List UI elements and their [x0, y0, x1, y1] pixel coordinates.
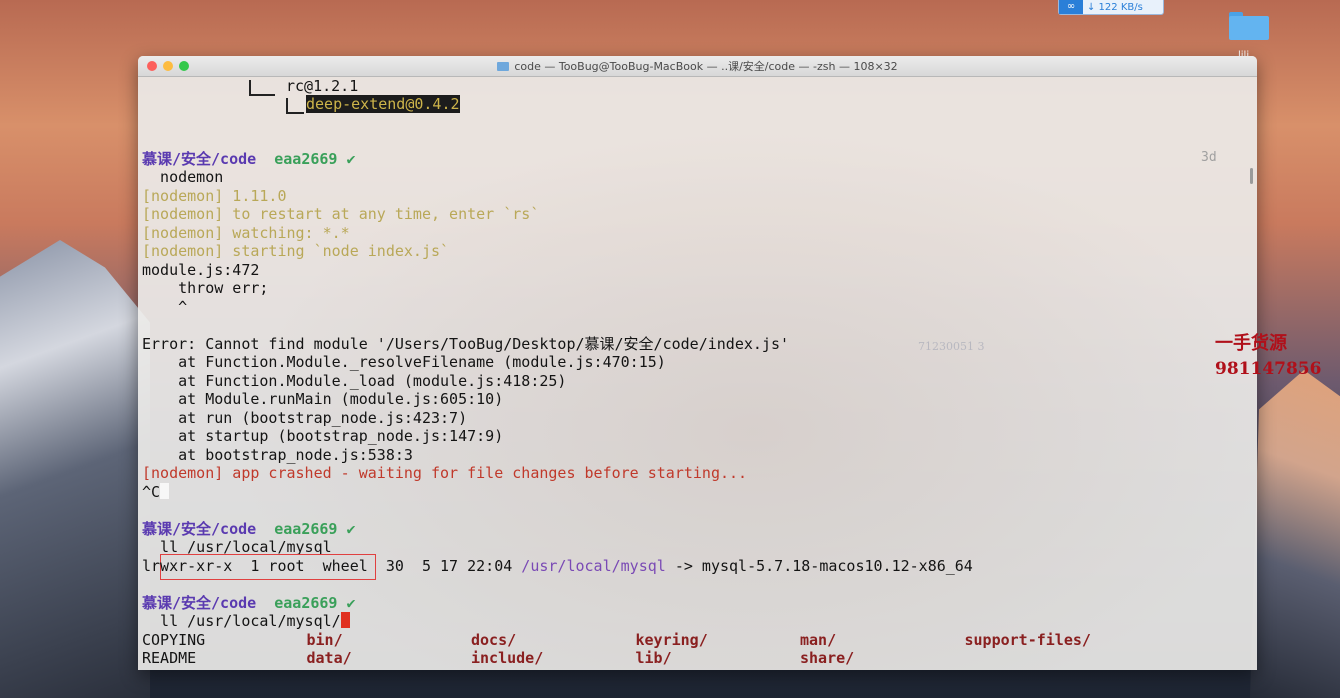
prompt-line: 慕课/安全/code eaa2669 ✔ — [142, 520, 356, 538]
stack-trace-line: at Function.Module._load (module.js:418:… — [142, 372, 567, 390]
nodemon-restart-hint: [nodemon] to restart at any time, enter … — [142, 205, 540, 223]
ls-output-line: lrwxr-xr-x 1 root wheel 30 5 17 22:04 /u… — [142, 557, 973, 575]
interrupt-line: ^C — [142, 483, 170, 502]
tree-item-rc: rc@1.2.1 — [286, 77, 359, 95]
stack-trace-line: at bootstrap_node.js:538:3 — [142, 446, 413, 464]
error-message-line: Error: Cannot find module '/Users/TooBug… — [142, 335, 789, 353]
output-line: ^ — [142, 298, 188, 316]
network-monitor-icon: ∞ — [1059, 0, 1083, 14]
prompt-line: 慕课/安全/code eaa2669 ✔ — [142, 150, 356, 168]
watermark: 一手货源 981147856 — [1215, 333, 1322, 379]
stack-trace-line: at Function.Module._resolveFilename (mod… — [142, 353, 666, 371]
stack-trace-line: at Module.runMain (module.js:605:10) — [142, 390, 504, 408]
elapsed-time-hint: 3d — [1201, 150, 1217, 165]
network-speed-widget[interactable]: ∞ ↓ 122 KB/s — [1058, 0, 1164, 15]
output-line: throw err; — [142, 279, 269, 297]
wallpaper-mountain-left — [0, 240, 150, 698]
command-line: nodemon — [142, 168, 224, 186]
nodemon-watching-line: [nodemon] watching: *.* — [142, 224, 350, 242]
window-title: code — TooBug@TooBug-MacBook — ..课/安全/co… — [514, 60, 898, 73]
listing-row: COPYING bin/docs/keyring/man/support-file… — [142, 631, 1091, 649]
tree-branch-line — [286, 98, 304, 114]
tree-item-deep-extend: deep-extend@0.4.2 — [306, 95, 460, 113]
faint-overlay-code: 71230051 3 — [918, 340, 985, 353]
wallpaper-mountain-right — [1250, 370, 1340, 698]
terminal-output[interactable]: rc@1.2.1 deep-extend@0.4.2 3d 慕课/安全/code… — [138, 76, 1257, 670]
text-cursor — [340, 612, 350, 628]
listing-row: README data/include/lib/share/ — [142, 649, 855, 667]
tree-branch-line — [249, 80, 275, 96]
title-bar[interactable]: code — TooBug@TooBug-MacBook — ..课/安全/co… — [138, 56, 1257, 77]
folder-icon — [497, 61, 510, 71]
nodemon-starting-line: [nodemon] starting `node index.js` — [142, 242, 450, 260]
scrollbar-thumb[interactable] — [1250, 168, 1253, 184]
output-line: module.js:472 — [142, 261, 260, 279]
prompt-line: 慕课/安全/code eaa2669 ✔ — [142, 594, 356, 612]
command-line[interactable]: ll /usr/local/mysql/ — [142, 612, 350, 631]
stack-trace-line: at run (bootstrap_node.js:423:7) — [142, 409, 468, 427]
nodemon-version-line: [nodemon] 1.11.0 — [142, 187, 287, 205]
network-speed-text: ↓ 122 KB/s — [1087, 1, 1143, 13]
stack-trace-line: at startup (bootstrap_node.js:147:9) — [142, 427, 504, 445]
desktop-folder-icon[interactable] — [1229, 12, 1269, 40]
nodemon-crash-line: [nodemon] app crashed - waiting for file… — [142, 464, 748, 482]
terminal-window[interactable]: code — TooBug@TooBug-MacBook — ..课/安全/co… — [138, 56, 1257, 670]
